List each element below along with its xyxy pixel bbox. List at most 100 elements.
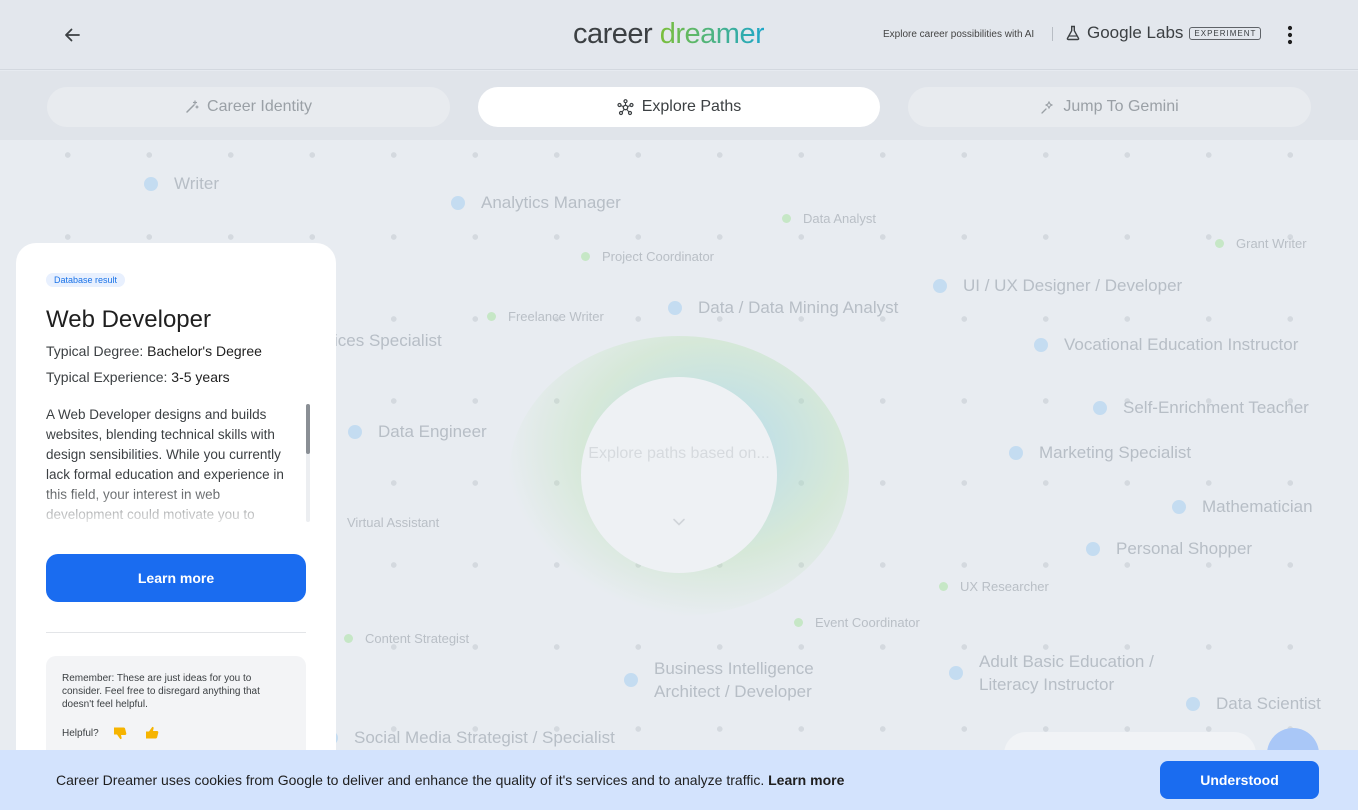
header-tagline: Explore career possibilities with AI bbox=[883, 29, 1035, 40]
card-divider bbox=[46, 632, 306, 633]
node-dot bbox=[1009, 446, 1023, 460]
career-node-social-media-strategist[interactable]: Social Media Strategist / Specialist bbox=[324, 728, 615, 748]
typical-degree: Typical Degree: Bachelor's Degree bbox=[46, 343, 262, 359]
node-label: Mathematician bbox=[1202, 497, 1313, 516]
thumbs-down-icon bbox=[113, 727, 127, 740]
header-divider bbox=[1052, 27, 1053, 41]
node-label: Self-Enrichment Teacher bbox=[1123, 398, 1309, 417]
node-dot bbox=[581, 252, 590, 261]
description-scrollbar[interactable] bbox=[306, 404, 310, 522]
career-node-data-mining-analyst[interactable]: Data / Data Mining Analyst bbox=[668, 298, 898, 318]
node-label: Writer bbox=[174, 174, 220, 193]
scrollbar-thumb[interactable] bbox=[306, 404, 310, 454]
tab-jump-to-gemini[interactable]: Jump To Gemini bbox=[908, 87, 1311, 127]
node-label: Business Intelligence Architect / Develo… bbox=[654, 659, 814, 701]
learn-more-button[interactable]: Learn more bbox=[46, 554, 306, 602]
node-label: Social Media Strategist / Specialist bbox=[354, 728, 615, 747]
node-dot bbox=[144, 177, 158, 191]
career-node-adult-education-instructor[interactable]: Adult Basic Education / Literacy Instruc… bbox=[949, 650, 1179, 696]
node-dot bbox=[939, 582, 948, 591]
career-node-vocational-instructor[interactable]: Vocational Education Instructor bbox=[1034, 335, 1298, 355]
cookie-learn-more-link[interactable]: Learn more bbox=[768, 772, 844, 788]
node-label: Analytics Manager bbox=[481, 193, 621, 212]
career-node-personal-shopper[interactable]: Personal Shopper bbox=[1086, 539, 1252, 559]
tab-career-identity[interactable]: Career Identity bbox=[47, 87, 450, 127]
node-dot bbox=[1034, 338, 1048, 352]
career-node-virtual-assistant[interactable]: Virtual Assistant bbox=[347, 515, 439, 530]
node-dot bbox=[1172, 500, 1186, 514]
tab-jump-to-gemini-label: Jump To Gemini bbox=[1063, 98, 1179, 115]
career-node-writer[interactable]: Writer bbox=[144, 174, 219, 194]
tab-explore-paths[interactable]: Explore Paths bbox=[478, 87, 880, 127]
node-label: Grant Writer bbox=[1236, 236, 1307, 251]
description-fade bbox=[46, 483, 296, 525]
cookie-banner: Career Dreamer uses cookies from Google … bbox=[0, 750, 1358, 810]
node-label: Event Coordinator bbox=[815, 615, 920, 630]
node-label: UI / UX Designer / Developer bbox=[963, 276, 1183, 295]
node-dot bbox=[1086, 542, 1100, 556]
node-label: UX Researcher bbox=[960, 579, 1049, 594]
node-label: Adult Basic Education / Literacy Instruc… bbox=[979, 652, 1154, 694]
node-dot bbox=[933, 279, 947, 293]
career-detail-card: Database result Web Developer Typical De… bbox=[16, 243, 336, 783]
career-node-data-scientist[interactable]: Data Scientist bbox=[1186, 694, 1321, 714]
helpful-label: Helpful? bbox=[62, 727, 99, 739]
logo-word-dreamer: dreamer bbox=[659, 18, 765, 50]
career-node-services-specialist[interactable]: ices Specialist bbox=[334, 331, 442, 351]
node-dot bbox=[949, 666, 963, 680]
thumbs-up-icon bbox=[145, 726, 159, 739]
explore-center-button[interactable]: Explore paths based on... bbox=[581, 377, 777, 573]
career-node-project-coordinator[interactable]: Project Coordinator bbox=[581, 249, 714, 264]
career-node-content-strategist[interactable]: Content Strategist bbox=[344, 631, 469, 646]
back-button[interactable] bbox=[56, 19, 88, 51]
career-node-marketing-specialist[interactable]: Marketing Specialist bbox=[1009, 443, 1191, 463]
career-node-data-analyst[interactable]: Data Analyst bbox=[782, 211, 876, 226]
more-vert-icon bbox=[1287, 25, 1293, 45]
google-labs-link[interactable]: Google Labs EXPERIMENT bbox=[1065, 23, 1262, 43]
understood-button[interactable]: Understood bbox=[1160, 761, 1319, 799]
database-result-badge: Database result bbox=[46, 273, 126, 287]
more-options-button[interactable] bbox=[1278, 22, 1302, 48]
node-dot bbox=[344, 634, 353, 643]
node-dot bbox=[1093, 401, 1107, 415]
node-label: Data Engineer bbox=[378, 422, 487, 441]
arrow-back-icon bbox=[65, 28, 80, 42]
career-node-ui-ux-designer[interactable]: UI / UX Designer / Developer bbox=[933, 276, 1182, 296]
node-label: Marketing Specialist bbox=[1039, 443, 1192, 462]
wand-icon bbox=[186, 100, 199, 113]
node-dot bbox=[348, 425, 362, 439]
tab-bar: Career Identity Explore Paths Jump To Ge… bbox=[0, 71, 1358, 140]
tab-explore-paths-label: Explore Paths bbox=[641, 98, 742, 115]
node-dot bbox=[1186, 697, 1200, 711]
career-title: Web Developer bbox=[46, 306, 211, 333]
node-label: Data Scientist bbox=[1216, 694, 1321, 713]
node-label: Virtual Assistant bbox=[347, 515, 440, 530]
career-node-grant-writer[interactable]: Grant Writer bbox=[1215, 236, 1307, 251]
cookie-message: Career Dreamer uses cookies from Google … bbox=[56, 772, 844, 788]
career-node-bi-architect[interactable]: Business Intelligence Architect / Develo… bbox=[624, 657, 834, 703]
thumbs-up-button[interactable] bbox=[141, 722, 163, 744]
typical-degree-label: Typical Degree: bbox=[46, 343, 148, 359]
tab-career-identity-label: Career Identity bbox=[207, 98, 312, 115]
career-node-event-coordinator[interactable]: Event Coordinator bbox=[794, 615, 920, 630]
cookie-text: Career Dreamer uses cookies from Google … bbox=[56, 772, 765, 788]
career-node-analytics-manager[interactable]: Analytics Manager bbox=[451, 193, 621, 213]
node-label: Project Coordinator bbox=[602, 249, 714, 264]
app-header: career dreamer Explore career possibilit… bbox=[0, 0, 1358, 70]
node-label: ices Specialist bbox=[334, 331, 442, 350]
node-dot bbox=[624, 673, 638, 687]
node-dot bbox=[794, 618, 803, 627]
career-node-ux-researcher[interactable]: UX Researcher bbox=[939, 579, 1049, 594]
career-dreamer-logo: career dreamer bbox=[573, 16, 765, 52]
node-dot bbox=[668, 301, 682, 315]
node-label: Vocational Education Instructor bbox=[1064, 335, 1299, 354]
flask-icon bbox=[1066, 25, 1080, 41]
career-node-self-enrichment-teacher[interactable]: Self-Enrichment Teacher bbox=[1093, 398, 1309, 418]
career-node-data-engineer[interactable]: Data Engineer bbox=[348, 422, 487, 442]
node-label: Freelance Writer bbox=[508, 309, 604, 324]
career-node-mathematician[interactable]: Mathematician bbox=[1172, 497, 1313, 517]
career-node-freelance-writer[interactable]: Freelance Writer bbox=[487, 309, 604, 324]
thumbs-down-button[interactable] bbox=[109, 722, 131, 744]
google-labs-label: Google Labs bbox=[1087, 23, 1184, 42]
typical-experience-value: 3-5 years bbox=[171, 369, 230, 385]
